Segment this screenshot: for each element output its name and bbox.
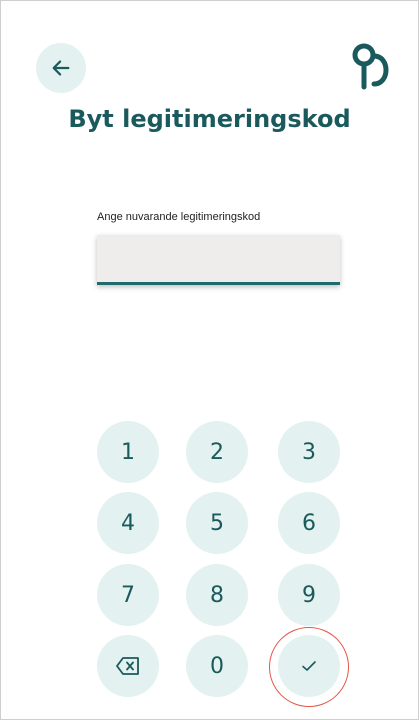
page-title: Byt legitimeringskod [68,105,351,133]
key-4[interactable]: 4 [97,492,159,554]
key-5[interactable]: 5 [186,492,248,554]
key-3[interactable]: 3 [278,421,340,483]
key-8[interactable]: 8 [186,564,248,626]
checkmark-icon [302,661,316,671]
key-6[interactable]: 6 [278,492,340,554]
key-1[interactable]: 1 [97,421,159,483]
key-0[interactable]: 0 [186,635,248,697]
key-7[interactable]: 7 [97,564,159,626]
arrow-left-icon [52,60,70,76]
back-button[interactable] [36,43,86,93]
key-2[interactable]: 2 [186,421,248,483]
confirm-button[interactable] [278,635,340,697]
app-screen: Byt legitimeringskod Ange nuvarande legi… [0,0,419,720]
key-9[interactable]: 9 [278,564,340,626]
app-logo-icon [352,43,389,90]
backspace-icon [116,657,139,675]
backspace-button[interactable] [97,635,159,697]
code-field-label: Ange nuvarande legitimeringskod [97,211,261,223]
current-code-input[interactable] [97,235,340,285]
